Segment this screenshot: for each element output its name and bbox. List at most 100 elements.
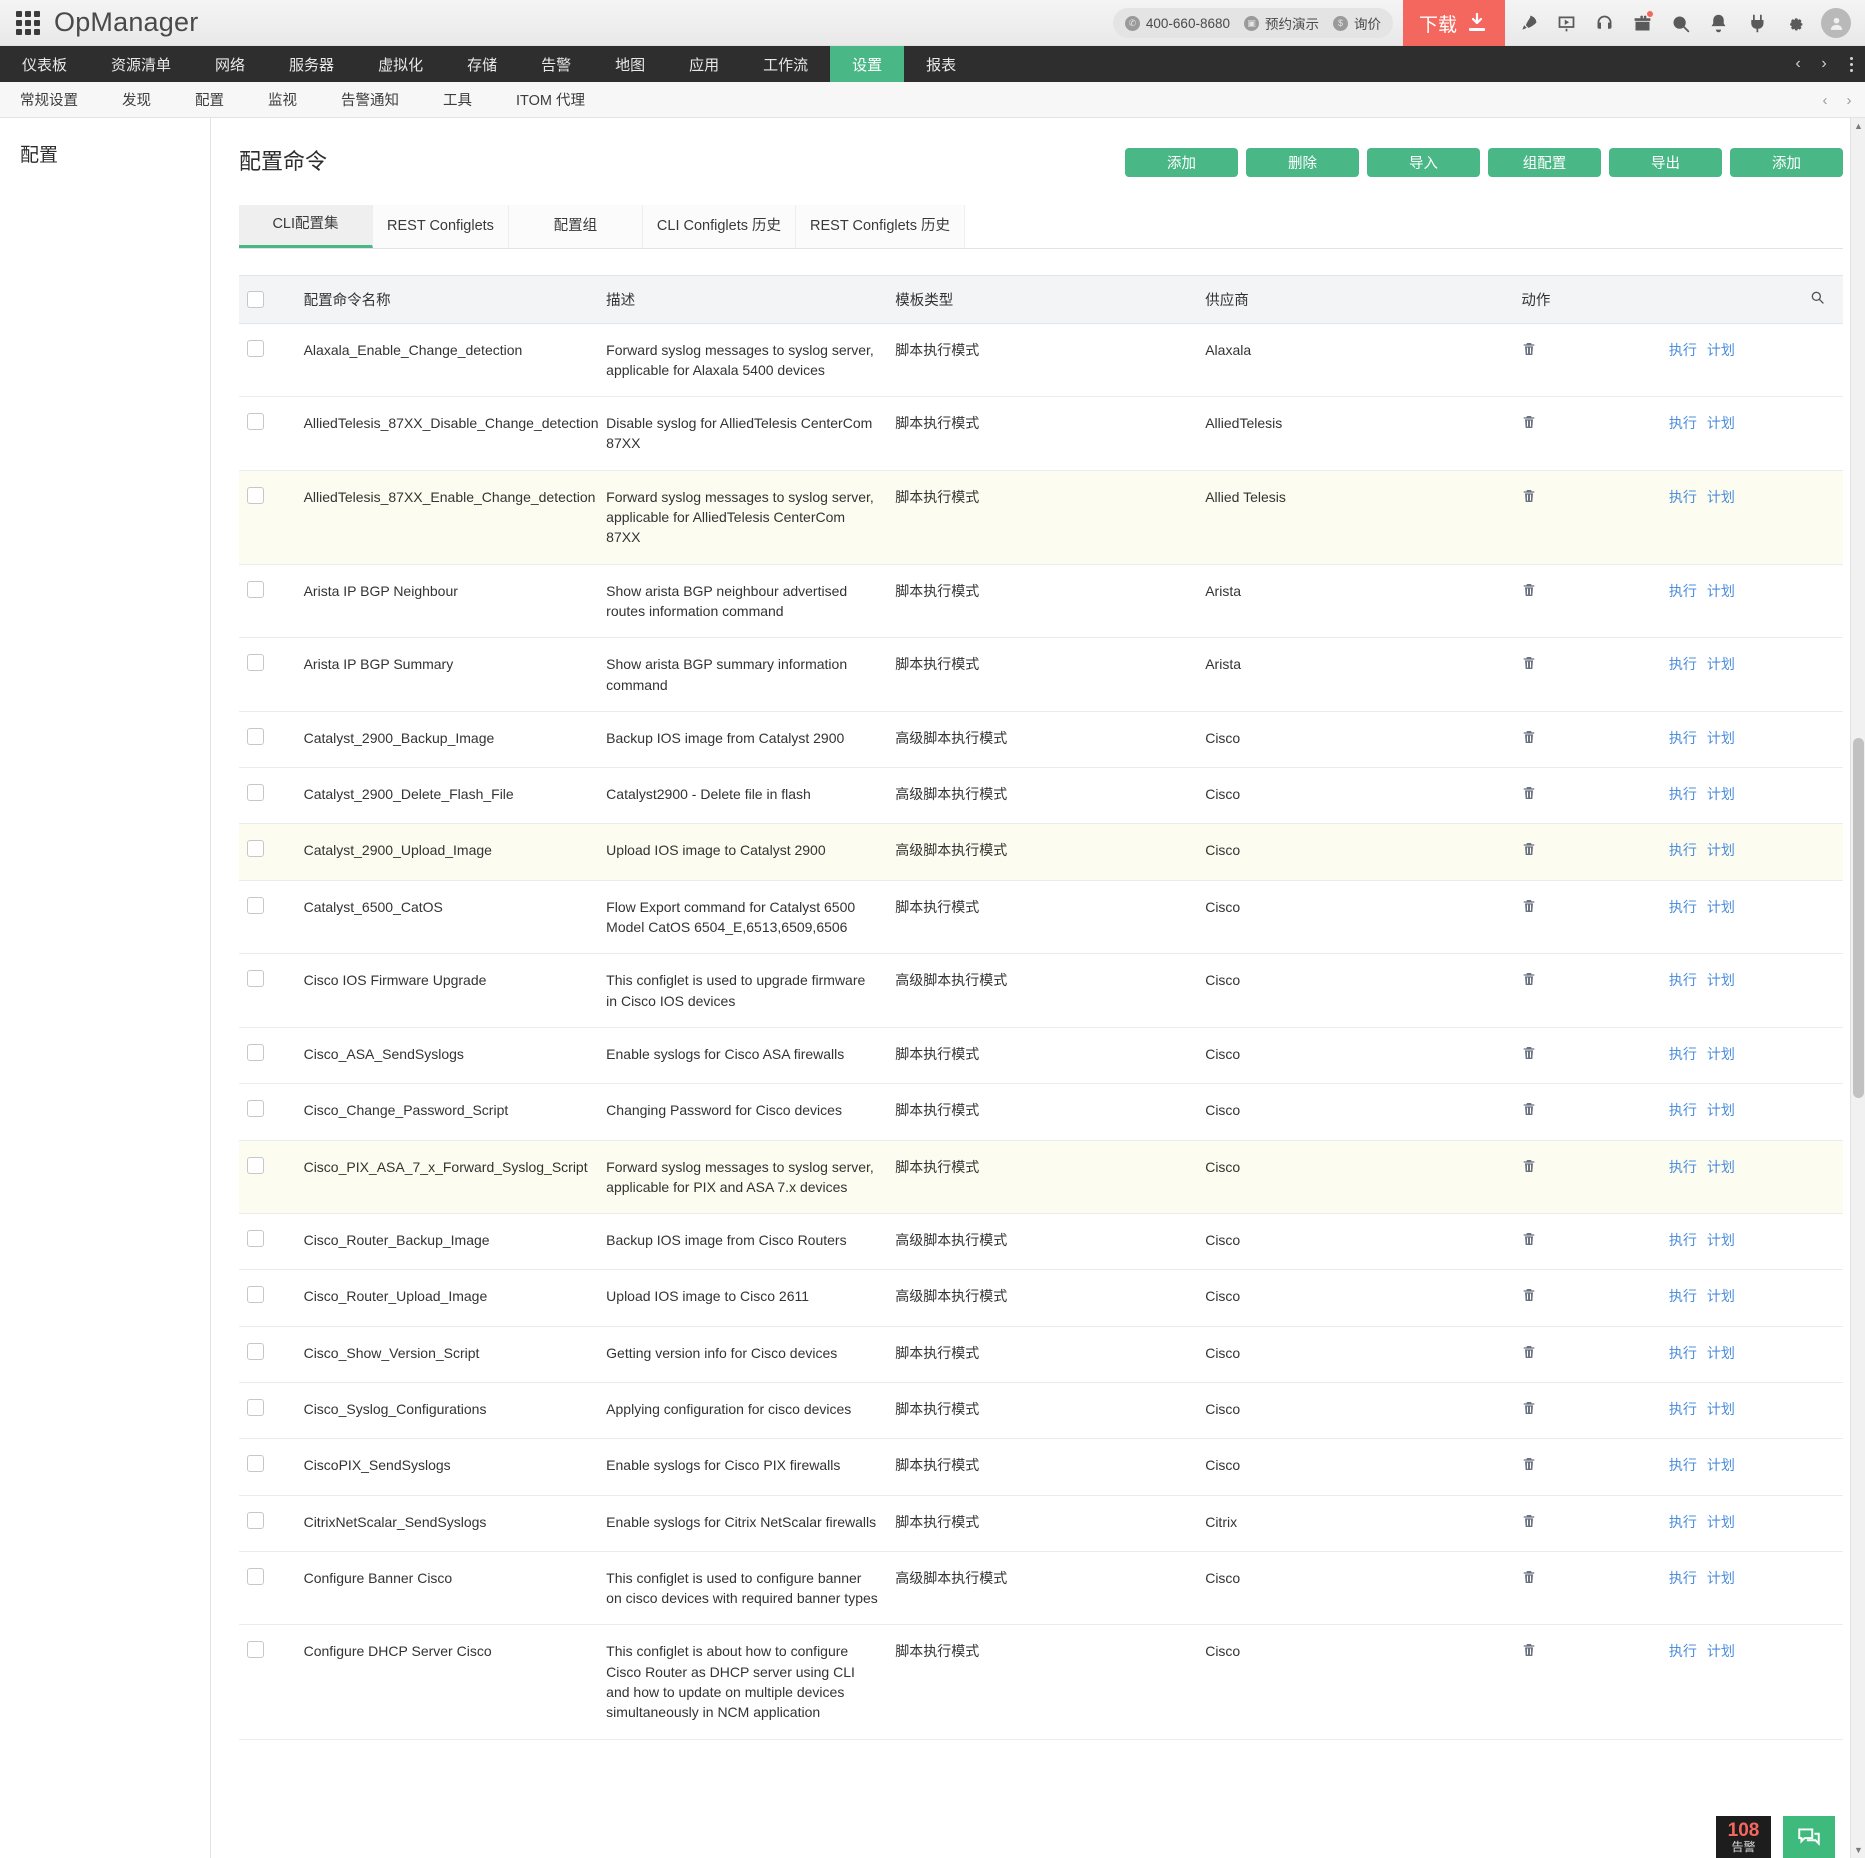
- vertical-scrollbar[interactable]: ▲ ▼: [1850, 118, 1865, 1858]
- delete-button[interactable]: 删除: [1246, 148, 1359, 177]
- trash-icon[interactable]: [1521, 413, 1537, 436]
- nav-next-arrow-icon[interactable]: ›: [1811, 46, 1837, 82]
- row-checkbox[interactable]: [247, 1511, 264, 1529]
- trash-icon[interactable]: [1521, 1286, 1537, 1309]
- trash-icon[interactable]: [1521, 728, 1537, 751]
- table-row[interactable]: Arista IP BGP Summary Show arista BGP sum…: [239, 637, 1843, 712]
- subnav-item-itom-agent[interactable]: ITOM 代理: [494, 82, 607, 117]
- trash-icon[interactable]: [1521, 1568, 1537, 1591]
- row-checkbox[interactable]: [247, 1156, 264, 1174]
- schedule-link[interactable]: 计划: [1707, 342, 1735, 358]
- trash-icon[interactable]: [1521, 897, 1537, 920]
- subnav-item-tools[interactable]: 工具: [421, 82, 494, 117]
- column-header-name[interactable]: 配置命令名称: [295, 274, 599, 324]
- subnav-item-monitoring[interactable]: 监视: [246, 82, 319, 117]
- gear-settings-icon[interactable]: [1775, 0, 1813, 46]
- trash-icon[interactable]: [1521, 340, 1537, 363]
- nav-prev-arrow-icon[interactable]: ‹: [1785, 46, 1811, 82]
- schedule-link[interactable]: 计划: [1707, 656, 1735, 672]
- chat-support-button[interactable]: [1783, 1816, 1835, 1858]
- phone-number[interactable]: 400-660-8680: [1146, 16, 1230, 31]
- table-row[interactable]: Catalyst_2900_Backup_Image Backup IOS ima…: [239, 711, 1843, 769]
- run-link[interactable]: 执行: [1669, 656, 1697, 672]
- run-link[interactable]: 执行: [1669, 1232, 1697, 1248]
- nav-item-alarms[interactable]: 告警: [519, 46, 593, 82]
- nav-item-storage[interactable]: 存储: [445, 46, 519, 82]
- table-row[interactable]: Cisco_ASA_SendSyslogs Enable syslogs for …: [239, 1027, 1843, 1085]
- tab-cli-configlets-history[interactable]: CLI Configlets 历史: [642, 205, 797, 248]
- tab-cli-configlets[interactable]: CLI配置集: [239, 205, 373, 248]
- price-link[interactable]: 询价: [1354, 13, 1381, 33]
- trash-icon[interactable]: [1521, 487, 1537, 510]
- row-checkbox[interactable]: [247, 1455, 264, 1473]
- nav-item-server[interactable]: 服务器: [267, 46, 356, 82]
- run-link[interactable]: 执行: [1669, 1288, 1697, 1304]
- schedule-link[interactable]: 计划: [1707, 842, 1735, 858]
- trash-icon[interactable]: [1521, 1512, 1537, 1535]
- nav-item-reports[interactable]: 报表: [904, 46, 978, 82]
- trash-icon[interactable]: [1521, 1157, 1537, 1180]
- column-header-vendor[interactable]: 供应商: [1197, 274, 1514, 324]
- table-row[interactable]: AlliedTelesis_87XX_Disable_Change_detect…: [239, 396, 1843, 471]
- run-link[interactable]: 执行: [1669, 583, 1697, 599]
- gift-icon[interactable]: [1623, 0, 1661, 46]
- row-checkbox[interactable]: [247, 1342, 264, 1360]
- run-link[interactable]: 执行: [1669, 1570, 1697, 1586]
- row-checkbox[interactable]: [247, 1100, 264, 1118]
- row-checkbox[interactable]: [247, 727, 264, 745]
- table-row[interactable]: Cisco_Syslog_Configurations Applying conf…: [239, 1382, 1843, 1440]
- nav-item-inventory[interactable]: 资源清单: [89, 46, 193, 82]
- row-checkbox[interactable]: [247, 970, 264, 988]
- trash-icon[interactable]: [1521, 784, 1537, 807]
- nav-item-dashboard[interactable]: 仪表板: [0, 46, 89, 82]
- table-row[interactable]: Alaxala_Enable_Change_detection Forward s…: [239, 323, 1843, 398]
- schedule-link[interactable]: 计划: [1707, 1345, 1735, 1361]
- apps-grid-icon[interactable]: [16, 10, 40, 35]
- row-checkbox[interactable]: [247, 486, 264, 504]
- table-row[interactable]: Catalyst_6500_CatOS Flow Export command f…: [239, 880, 1843, 955]
- run-link[interactable]: 执行: [1669, 972, 1697, 988]
- run-link[interactable]: 执行: [1669, 489, 1697, 505]
- headset-support-icon[interactable]: [1585, 0, 1623, 46]
- rocket-icon[interactable]: [1509, 0, 1547, 46]
- row-checkbox[interactable]: [247, 339, 264, 357]
- trash-icon[interactable]: [1521, 1044, 1537, 1067]
- schedule-link[interactable]: 计划: [1707, 1232, 1735, 1248]
- scroll-up-arrow-icon[interactable]: ▲: [1851, 118, 1865, 134]
- table-row[interactable]: Cisco_Router_Backup_Image Backup IOS imag…: [239, 1213, 1843, 1271]
- trash-icon[interactable]: [1521, 1100, 1537, 1123]
- table-row[interactable]: Configure Banner Cisco This configlet is …: [239, 1551, 1843, 1626]
- table-row[interactable]: AlliedTelesis_87XX_Enable_Change_detecti…: [239, 470, 1843, 565]
- trash-icon[interactable]: [1521, 1230, 1537, 1253]
- plug-addon-icon[interactable]: [1737, 0, 1775, 46]
- row-checkbox[interactable]: [247, 840, 264, 858]
- table-row[interactable]: Cisco_PIX_ASA_7_x_Forward_Syslog_Script F…: [239, 1140, 1843, 1215]
- trash-icon[interactable]: [1521, 1641, 1537, 1664]
- table-row[interactable]: Catalyst_2900_Delete_Flash_File Catalyst2…: [239, 767, 1843, 825]
- schedule-link[interactable]: 计划: [1707, 786, 1735, 802]
- trash-icon[interactable]: [1521, 654, 1537, 677]
- download-button[interactable]: 下载: [1402, 0, 1505, 46]
- nav-item-virtualization[interactable]: 虚拟化: [356, 46, 445, 82]
- subnav-item-configuration[interactable]: 配置: [173, 82, 246, 117]
- import-button[interactable]: 导入: [1367, 148, 1480, 177]
- row-checkbox[interactable]: [247, 1398, 264, 1416]
- row-checkbox[interactable]: [247, 580, 264, 598]
- column-header-action[interactable]: 动作: [1513, 274, 1661, 324]
- row-checkbox[interactable]: [247, 654, 264, 672]
- schedule-link[interactable]: 计划: [1707, 583, 1735, 599]
- schedule-link[interactable]: 计划: [1707, 1046, 1735, 1062]
- alarm-count-widget[interactable]: 108 告警: [1716, 1816, 1771, 1858]
- tab-config-groups[interactable]: 配置组: [508, 205, 643, 248]
- subnav-item-notifications[interactable]: 告警通知: [319, 82, 421, 117]
- run-link[interactable]: 执行: [1669, 1345, 1697, 1361]
- trash-icon[interactable]: [1521, 1399, 1537, 1422]
- run-link[interactable]: 执行: [1669, 786, 1697, 802]
- run-link[interactable]: 执行: [1669, 730, 1697, 746]
- table-row[interactable]: Arista IP BGP Neighbour Show arista BGP n…: [239, 564, 1843, 639]
- table-row[interactable]: Catalyst_2900_Upload_Image Upload IOS ima…: [239, 823, 1843, 881]
- table-row[interactable]: Cisco_Show_Version_Script Getting version…: [239, 1326, 1843, 1383]
- schedule-link[interactable]: 计划: [1707, 1401, 1735, 1417]
- export-button[interactable]: 导出: [1609, 148, 1722, 177]
- select-all-checkbox[interactable]: [247, 290, 264, 308]
